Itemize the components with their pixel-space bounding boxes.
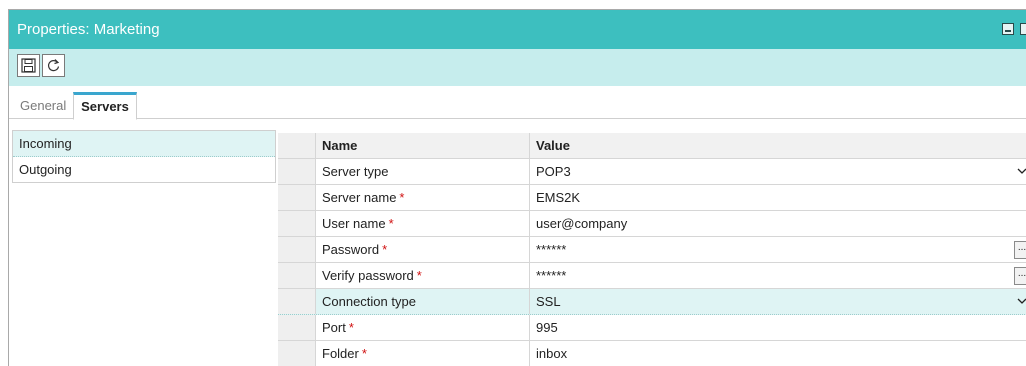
properties-grid: Name Value Server type POP3 Server name *…	[278, 133, 1026, 366]
property-label: Server type	[322, 164, 389, 179]
property-label: Folder	[322, 346, 359, 361]
property-name: Password *	[316, 237, 530, 262]
property-label: Server name	[322, 190, 397, 205]
property-name: Folder *	[316, 341, 530, 366]
tab-general[interactable]: General	[17, 92, 69, 119]
row-gutter	[278, 133, 316, 158]
row-gutter	[278, 159, 316, 184]
toolbar	[9, 49, 1026, 86]
property-value: ******	[536, 242, 567, 257]
grid-row-user-name[interactable]: User name * user@company	[278, 211, 1026, 237]
server-direction-list: Incoming Outgoing	[12, 130, 276, 183]
column-header-name[interactable]: Name	[316, 133, 530, 158]
verify-password-field[interactable]: ****** ...	[530, 263, 1026, 288]
verify-password-ellipsis-button[interactable]: ...	[1014, 267, 1026, 285]
save-button[interactable]	[17, 54, 40, 77]
row-gutter	[278, 315, 316, 340]
folder-field[interactable]: inbox	[530, 341, 1026, 366]
property-label: Port	[322, 320, 346, 335]
chevron-down-icon[interactable]	[1017, 168, 1026, 175]
property-value: SSL	[536, 294, 561, 309]
row-gutter	[278, 341, 316, 366]
tab-servers[interactable]: Servers	[73, 92, 137, 120]
save-icon	[21, 58, 36, 73]
grid-row-connection-type[interactable]: Connection type SSL	[278, 289, 1026, 315]
grid-row-server-type[interactable]: Server type POP3	[278, 159, 1026, 185]
list-item-incoming[interactable]: Incoming	[13, 131, 275, 157]
property-name: Server type	[316, 159, 530, 184]
property-label: Password	[322, 242, 380, 257]
row-gutter	[278, 211, 316, 236]
password-field[interactable]: ****** ...	[530, 237, 1026, 262]
maximize-icon[interactable]	[1020, 23, 1026, 35]
refresh-icon	[47, 59, 60, 72]
title-bar: Properties: Marketing	[9, 10, 1026, 49]
grid-header-row: Name Value	[278, 133, 1026, 159]
row-gutter	[278, 263, 316, 288]
properties-window: Properties: Marketing General Servers In…	[8, 9, 1026, 366]
property-label: User name	[322, 216, 386, 231]
tab-strip: General Servers	[9, 86, 1026, 120]
required-marker: *	[382, 242, 388, 257]
row-gutter	[278, 185, 316, 210]
property-name: Port *	[316, 315, 530, 340]
list-item-outgoing[interactable]: Outgoing	[13, 157, 275, 183]
server-type-dropdown[interactable]: POP3	[530, 159, 1026, 184]
minimize-icon[interactable]	[1002, 23, 1014, 35]
grid-row-port[interactable]: Port * 995	[278, 315, 1026, 341]
required-marker: *	[399, 190, 405, 205]
property-name: Connection type	[316, 289, 530, 314]
required-marker: *	[416, 268, 422, 283]
property-label: Connection type	[322, 294, 416, 309]
property-name: Server name *	[316, 185, 530, 210]
grid-row-folder[interactable]: Folder * inbox	[278, 341, 1026, 366]
chevron-down-icon[interactable]	[1017, 298, 1026, 305]
server-name-field[interactable]: EMS2K	[530, 185, 1026, 210]
password-ellipsis-button[interactable]: ...	[1014, 241, 1026, 259]
property-value: POP3	[536, 164, 571, 179]
row-gutter	[278, 237, 316, 262]
property-label: Verify password	[322, 268, 414, 283]
property-name: Verify password *	[316, 263, 530, 288]
required-marker: *	[348, 320, 354, 335]
property-name: User name *	[316, 211, 530, 236]
column-header-value[interactable]: Value	[530, 133, 1026, 158]
property-value: ******	[536, 268, 567, 283]
required-marker: *	[388, 216, 394, 231]
row-gutter	[278, 289, 316, 314]
user-name-field[interactable]: user@company	[530, 211, 1026, 236]
required-marker: *	[361, 346, 367, 361]
grid-row-password[interactable]: Password * ****** ...	[278, 237, 1026, 263]
connection-type-dropdown[interactable]: SSL	[530, 289, 1026, 314]
window-title: Properties: Marketing	[17, 21, 160, 38]
port-field[interactable]: 995	[530, 315, 1026, 340]
grid-row-server-name[interactable]: Server name * EMS2K	[278, 185, 1026, 211]
grid-row-verify-password[interactable]: Verify password * ****** ...	[278, 263, 1026, 289]
refresh-button[interactable]	[42, 54, 65, 77]
